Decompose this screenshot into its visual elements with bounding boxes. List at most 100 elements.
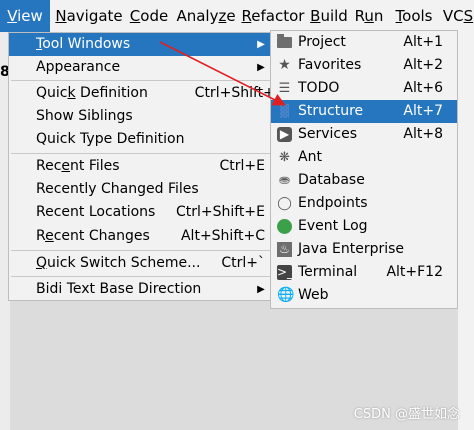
menu-item-label: Recent Changes xyxy=(36,228,150,244)
right-background xyxy=(458,32,474,430)
structure-icon: ▓ xyxy=(279,104,290,118)
menu-mnemonic: u xyxy=(364,7,374,25)
menu-item-label: Recent Files xyxy=(36,158,120,174)
menu-item-quick-definition[interactable]: Quick Definition Ctrl+Shift+I xyxy=(9,82,279,105)
menu-refactor[interactable]: Refactor xyxy=(239,0,307,32)
tool-window-ant[interactable]: ❋ Ant xyxy=(271,146,457,169)
menu-item-shortcut: Ctrl+Shift+I xyxy=(194,85,279,101)
menu-navigate[interactable]: Navigate xyxy=(55,0,123,32)
menu-mnemonic: R xyxy=(241,7,252,25)
menu-item-label: Quick Definition xyxy=(36,85,148,101)
menu-item-label: TODO xyxy=(298,80,340,96)
menu-item-label: Services xyxy=(298,126,358,142)
menu-text: avigate xyxy=(66,7,123,25)
menu-text: ode xyxy=(140,7,169,25)
view-menu: Tool Windows ▶ Appearance ▶ Quick Defini… xyxy=(8,32,279,301)
menu-text: iew xyxy=(17,7,43,25)
menu-item-label: Recently Changed Files xyxy=(36,181,199,197)
tool-window-java-enterprise[interactable]: ♨ Java Enterprise xyxy=(271,238,457,261)
menu-item-recent-changes[interactable]: Recent Changes Alt+Shift+C xyxy=(9,225,273,248)
tool-window-terminal[interactable]: >_ Terminal Alt+F12 xyxy=(271,261,457,284)
menu-item-shortcut: Ctrl+E xyxy=(219,158,266,174)
menu-tools[interactable]: Tools xyxy=(392,0,436,32)
menu-bar: View Navigate Code Analyze Refactor Buil… xyxy=(0,0,474,32)
menu-item-shortcut: Alt+Shift+C xyxy=(180,228,265,244)
terminal-icon: >_ xyxy=(277,265,294,280)
menu-build[interactable]: Build xyxy=(308,0,350,32)
java-enterprise-icon: ♨ xyxy=(277,242,292,257)
menu-item-quick-switch-scheme[interactable]: Quick Switch Scheme... Ctrl+` xyxy=(9,252,273,275)
menu-item-recently-changed-files[interactable]: Recently Changed Files xyxy=(9,178,273,201)
menu-item-shortcut: Alt+1 xyxy=(403,34,443,50)
menu-item-shortcut: Ctrl+` xyxy=(221,255,265,271)
menu-item-recent-files[interactable]: Recent Files Ctrl+E xyxy=(9,155,273,178)
menu-text: e xyxy=(226,7,236,25)
menu-item-shortcut: Alt+2 xyxy=(403,57,443,73)
list-icon: ☰ xyxy=(278,81,291,96)
menu-mnemonic: S xyxy=(463,7,474,25)
tool-window-project[interactable]: Project Alt+1 xyxy=(271,31,457,54)
tool-window-todo[interactable]: ☰ TODO Alt+6 xyxy=(271,77,457,100)
menu-item-tool-windows[interactable]: Tool Windows ▶ xyxy=(9,33,273,56)
menu-item-label: Ant xyxy=(298,149,322,165)
tool-window-web[interactable]: 🌐 Web xyxy=(271,284,457,307)
menu-mnemonic: C xyxy=(129,7,141,25)
menu-vcs[interactable]: VCS xyxy=(442,0,474,32)
menu-item-label: Java Enterprise xyxy=(298,241,405,257)
services-icon: ▶ xyxy=(277,127,292,142)
menu-separator xyxy=(11,80,271,81)
menu-item-shortcut: Alt+F12 xyxy=(386,264,443,280)
menu-item-label: Tool Windows xyxy=(36,36,131,52)
menu-mnemonic: N xyxy=(55,7,67,25)
menu-analyze[interactable]: Analyze xyxy=(173,0,239,32)
menu-item-label: Structure xyxy=(298,103,364,119)
tool-window-endpoints[interactable]: ◯ Endpoints xyxy=(271,192,457,215)
menu-text: efactor xyxy=(251,7,305,25)
menu-item-label: Web xyxy=(298,287,329,303)
menu-text: uild xyxy=(320,7,348,25)
menu-separator xyxy=(11,276,271,277)
menu-item-recent-locations[interactable]: Recent Locations Ctrl+Shift+E xyxy=(9,201,273,224)
menu-item-label: Endpoints xyxy=(298,195,368,211)
menu-item-label: Bidi Text Base Direction xyxy=(36,281,202,297)
menu-item-label: Database xyxy=(298,172,365,188)
menu-item-label: Quick Type Definition xyxy=(36,131,185,147)
menu-item-shortcut: Alt+7 xyxy=(403,103,443,119)
submenu-arrow-icon: ▶ xyxy=(257,62,265,73)
watermark: CSDN @盛世如念 xyxy=(353,407,460,422)
ant-icon: ❋ xyxy=(279,150,290,165)
tool-window-database[interactable]: ⛂ Database xyxy=(271,169,457,192)
menu-text: ools xyxy=(402,7,433,25)
menu-item-quick-type-definition[interactable]: Quick Type Definition xyxy=(9,128,273,151)
menu-item-label: Appearance xyxy=(36,59,121,75)
menu-code[interactable]: Code xyxy=(126,0,172,32)
tool-window-structure[interactable]: ▓ Structure Alt+7 xyxy=(271,100,457,123)
menu-text: R xyxy=(354,7,365,25)
menu-item-label: Favorites xyxy=(298,57,362,73)
menu-item-shortcut: Alt+8 xyxy=(403,126,443,142)
menu-view[interactable]: View xyxy=(0,0,50,32)
menu-item-shortcut: Alt+6 xyxy=(403,80,443,96)
tool-window-event-log[interactable]: Event Log xyxy=(271,215,457,238)
star-icon: ★ xyxy=(278,57,291,73)
globe-icon: 🌐 xyxy=(277,287,295,303)
menu-run[interactable]: Run xyxy=(353,0,385,32)
menu-item-show-siblings[interactable]: Show Siblings xyxy=(9,105,273,128)
database-icon: ⛂ xyxy=(279,173,290,188)
tool-window-favorites[interactable]: ★ Favorites Alt+2 xyxy=(271,54,457,77)
menu-separator xyxy=(11,250,271,251)
folder-icon xyxy=(277,34,292,48)
event-log-icon xyxy=(277,219,292,234)
menu-mnemonic: V xyxy=(7,7,18,25)
tool-window-services[interactable]: ▶ Services Alt+8 xyxy=(271,123,457,146)
endpoints-icon: ◯ xyxy=(277,196,292,211)
menu-item-bidi-text-base-direction[interactable]: Bidi Text Base Direction ▶ xyxy=(9,278,273,301)
menu-item-label: Show Siblings xyxy=(36,108,133,124)
menu-text: Analy xyxy=(176,7,219,25)
menu-item-label: Event Log xyxy=(298,218,368,234)
tool-windows-submenu: Project Alt+1 ★ Favorites Alt+2 ☰ TODO A… xyxy=(270,30,458,309)
menu-item-label: Recent Locations xyxy=(36,204,156,220)
submenu-arrow-icon: ▶ xyxy=(257,39,265,50)
menu-item-appearance[interactable]: Appearance ▶ xyxy=(9,56,273,79)
menu-separator xyxy=(11,153,271,154)
